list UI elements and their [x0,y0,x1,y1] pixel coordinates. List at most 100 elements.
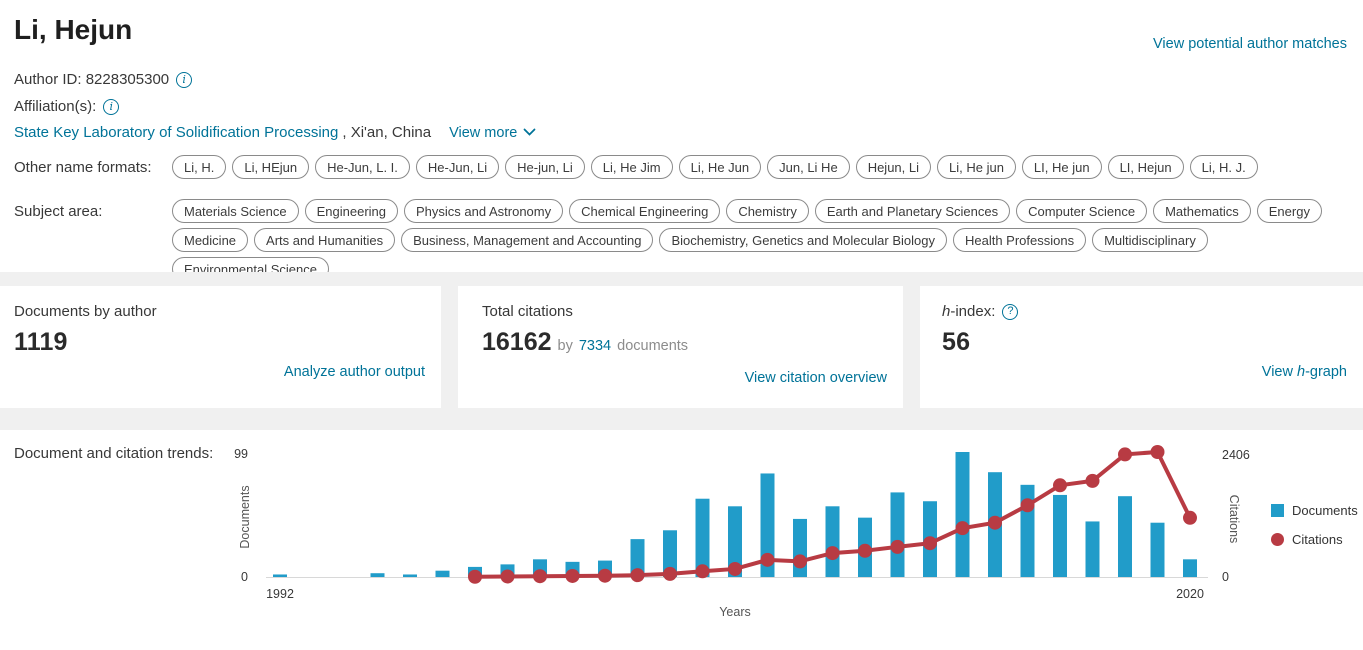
help-icon[interactable]: ? [1002,304,1018,320]
chevron-down-icon [523,128,536,137]
name-format-pill: He-jun, Li [505,155,585,179]
cited-documents-link[interactable]: 7334 [579,338,611,354]
metrics-section: Documents by author 1119 Analyze author … [0,272,1363,430]
citations-point [956,521,970,535]
subject-area-pill: Medicine [172,228,248,252]
name-format-pill: LI, Hejun [1108,155,1184,179]
right-axis-title: Citations [1227,495,1241,544]
citations-swatch-icon [1271,533,1284,546]
documents-bar [1086,521,1100,577]
author-id-value: 8228305300 [86,71,169,88]
other-name-formats-list: Li, H.Li, HEjunHe-Jun, L. I.He-Jun, LiHe… [172,155,1351,179]
documents-bar [273,574,287,577]
legend-item-citations[interactable]: Citations [1271,532,1358,547]
documents-bar [436,571,450,577]
plot-area [273,445,1197,584]
subject-area-pill: Energy [1257,199,1322,223]
total-citations-card: Total citations 16162 by 7334 documents … [458,286,903,408]
citations-point [1151,445,1165,459]
legend-item-documents[interactable]: Documents [1271,503,1358,518]
citations-point [468,570,482,584]
subject-area-pill: Computer Science [1016,199,1147,223]
citations-point [598,569,612,583]
x-axis-first-tick: 1992 [266,587,294,601]
affiliations-row: Affiliation(s): i [14,98,119,115]
documents-bar [891,492,905,577]
subject-area-pill: Chemistry [726,199,809,223]
citations-point [858,544,872,558]
name-format-pill: Li, H. J. [1190,155,1258,179]
citations-point [631,568,645,582]
citations-point [826,546,840,560]
card-title: Total citations [482,303,573,320]
affiliation-location: , Xi'an, China [342,124,431,141]
affiliation-detail-row: State Key Laboratory of Solidification P… [14,124,536,141]
x-axis-title: Years [719,605,751,619]
name-format-pill: Li, He Jun [679,155,762,179]
citations-point [988,516,1002,530]
name-format-pill: Li, H. [172,155,226,179]
name-format-pill: He-Jun, Li [416,155,499,179]
subject-area-pill: Engineering [305,199,398,223]
h-index-card: h-index: ? 56 View h-graph [920,286,1363,408]
documents-bar [1118,496,1132,577]
other-name-formats-label: Other name formats: [14,159,152,176]
documents-bar [1053,495,1067,577]
by-word: by [558,338,573,354]
citations-point [566,569,580,583]
subject-area-pill: Business, Management and Accounting [401,228,653,252]
name-format-pill: Li, He Jim [591,155,673,179]
subject-area-label: Subject area: [14,203,102,220]
left-axis-min-label: 0 [241,570,248,584]
author-id-row: Author ID: 8228305300 i [14,71,192,88]
citations-point [923,536,937,550]
h-index-value: 56 [942,328,970,357]
view-potential-author-matches-link[interactable]: View potential author matches [1153,36,1347,52]
chart-legend: Documents Citations [1271,503,1358,547]
name-format-pill: Li, HEjun [232,155,309,179]
subject-area-pill: Physics and Astronomy [404,199,563,223]
citations-point [696,564,710,578]
left-axis-max-label: 99 [234,447,248,461]
affiliation-link[interactable]: State Key Laboratory of Solidification P… [14,124,338,141]
name-format-pill: Jun, Li He [767,155,850,179]
view-citation-overview-link[interactable]: View citation overview [745,370,887,386]
subject-area-list: Materials ScienceEngineeringPhysics and … [172,199,1351,281]
documents-bar [1151,523,1165,577]
documents-word: documents [617,338,688,354]
subject-area-pill: Biochemistry, Genetics and Molecular Bio… [659,228,947,252]
citations-point [728,562,742,576]
affiliations-label: Affiliation(s): [14,98,96,115]
right-axis-min-label: 0 [1222,570,1229,584]
subject-area-pill: Mathematics [1153,199,1251,223]
subject-area-pill: Materials Science [172,199,299,223]
citations-point [533,569,547,583]
documents-bar [826,506,840,577]
citations-point [761,553,775,567]
name-format-pill: Hejun, Li [856,155,931,179]
info-icon[interactable]: i [176,72,192,88]
name-format-pill: LI, He jun [1022,155,1102,179]
legend-label-citations: Citations [1292,532,1343,547]
citations-point [501,569,515,583]
author-id-label: Author ID: 8228305300 [14,71,169,88]
citations-point [891,540,905,554]
documents-bar [956,452,970,577]
x-axis-last-tick: 2020 [1176,587,1204,601]
subject-area-pill: Health Professions [953,228,1086,252]
view-more-link[interactable]: View more [449,125,536,141]
legend-label-documents: Documents [1292,503,1358,518]
analyze-author-output-link[interactable]: Analyze author output [284,364,425,380]
view-h-graph-link[interactable]: View h-graph [1262,364,1347,380]
citations-count-line: 16162 by 7334 documents [482,328,688,357]
subject-area-pill: Chemical Engineering [569,199,720,223]
documents-count: 1119 [14,328,68,357]
citations-point [1053,478,1067,492]
citations-point [793,554,807,568]
citations-point [663,567,677,581]
card-title: h-index: ? [942,303,1018,320]
documents-swatch-icon [1271,504,1284,517]
subject-area-pill: Earth and Planetary Sciences [815,199,1010,223]
info-icon[interactable]: i [103,99,119,115]
documents-bar [371,573,385,577]
